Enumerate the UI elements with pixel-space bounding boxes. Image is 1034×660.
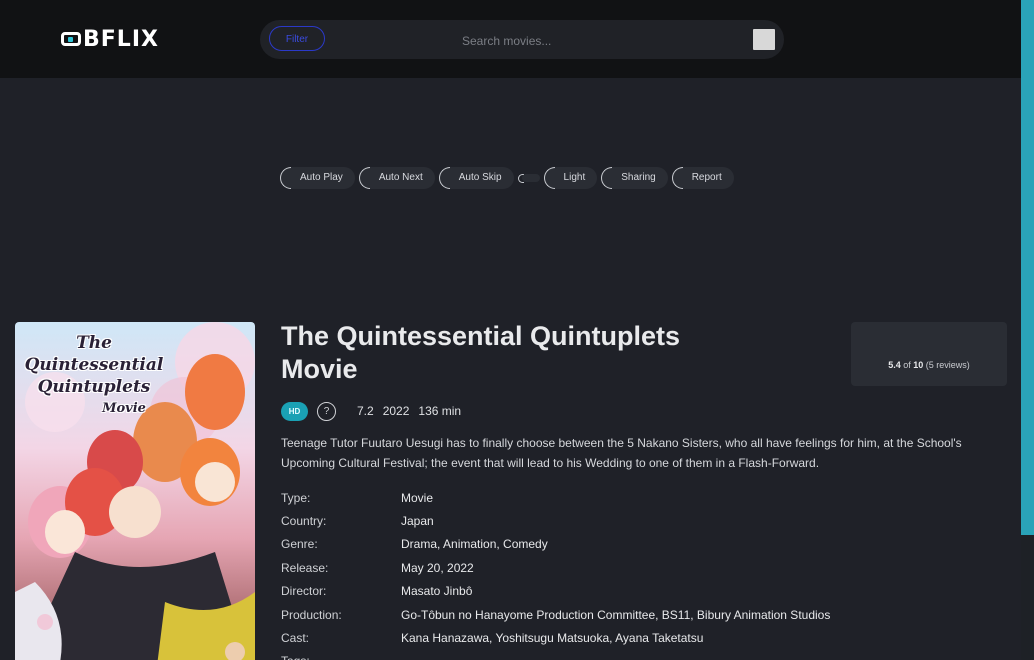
info-value[interactable]: Masato Jinbô xyxy=(401,584,472,598)
poster-title-line: Quintessential xyxy=(24,355,164,375)
info-row-production: Production: Go-Tôbun no Hanayome Product… xyxy=(281,603,1001,626)
info-value[interactable]: Movie xyxy=(401,491,433,505)
info-row-release: Release: May 20, 2022 xyxy=(281,556,1001,579)
logo-text: BFLIX xyxy=(83,26,159,52)
auto-next-toggle[interactable]: Auto Next xyxy=(358,167,435,189)
info-row-cast: Cast: Kana Hanazawa, Yoshitsugu Matsuoka… xyxy=(281,626,1001,649)
user-rating-text: 5.4 of 10 (5 reviews) xyxy=(851,360,1007,370)
info-row-director: Director: Masato Jinbô xyxy=(281,580,1001,603)
toggle-switch[interactable] xyxy=(517,173,540,183)
movie-meta: HD ? 7.2 2022 136 min xyxy=(281,400,470,422)
player-controls: Auto Play Auto Next Auto Skip Light Shar… xyxy=(280,167,738,189)
poster-title-line: Quintuplets xyxy=(37,377,151,397)
info-key: Genre: xyxy=(281,537,318,552)
info-row-tags: Tags: xyxy=(281,650,1001,660)
info-value[interactable]: Japan xyxy=(401,514,434,528)
info-value[interactable]: Kana Hanazawa, Yoshitsugu Matsuoka, Ayan… xyxy=(401,631,703,645)
auto-skip-toggle[interactable]: Auto Skip xyxy=(438,167,514,189)
duration: 136 min xyxy=(418,404,462,418)
info-key: Release: xyxy=(281,560,329,575)
poster-title-line: The xyxy=(76,333,112,353)
info-key: Director: xyxy=(281,584,327,599)
light-button[interactable]: Light xyxy=(543,167,598,189)
search-submit-button[interactable] xyxy=(753,29,775,50)
auto-play-toggle[interactable]: Auto Play xyxy=(280,167,355,189)
user-rating-max: 10 xyxy=(913,360,924,370)
movie-info: Type: Movie Country: Japan Genre: Drama,… xyxy=(281,486,1001,660)
info-key: Type: xyxy=(281,490,311,505)
movie-title: The Quintessential Quintuplets Movie xyxy=(281,321,681,384)
info-row-type: Type: Movie xyxy=(281,486,1001,509)
user-rating-score: 5.4 xyxy=(888,360,901,370)
search-bar: Filter xyxy=(260,20,784,59)
report-button[interactable]: Report xyxy=(671,167,734,189)
top-header: BFLIX Filter xyxy=(0,0,1021,78)
help-icon[interactable]: ? xyxy=(317,401,336,421)
sharing-button[interactable]: Sharing xyxy=(601,167,668,189)
user-rating-of: of xyxy=(903,360,911,370)
user-rating-reviews: (5 reviews) xyxy=(925,360,970,370)
poster-title: The Quintessential Quintuplets Movie xyxy=(19,332,169,420)
filter-button[interactable]: Filter xyxy=(269,26,325,51)
info-key: Country: xyxy=(281,514,327,529)
page-scrollbar-thumb[interactable] xyxy=(1021,0,1034,535)
movie-description: Teenage Tutor Fuutaro Uesugi has to fina… xyxy=(281,436,962,470)
info-value: May 20, 2022 xyxy=(401,560,474,575)
page: BFLIX Filter Auto Play Auto Next Auto Sk… xyxy=(0,0,1034,660)
info-key: Tags: xyxy=(281,654,401,660)
release-year: 2022 xyxy=(382,404,410,418)
info-key: Production: xyxy=(281,607,342,622)
info-row-country: Country: Japan xyxy=(281,509,1001,532)
quality-badge: HD xyxy=(281,401,308,421)
user-rating-box[interactable]: 5.4 of 10 (5 reviews) xyxy=(851,322,1007,386)
movie-poster[interactable]: The Quintessential Quintuplets Movie xyxy=(15,322,255,660)
imdb-rating: 7.2 xyxy=(357,404,374,418)
info-value[interactable]: Drama, Animation, Comedy xyxy=(401,537,548,551)
info-row-genre: Genre: Drama, Animation, Comedy xyxy=(281,533,1001,556)
poster-title-line: Movie xyxy=(102,401,146,416)
site-logo[interactable]: BFLIX xyxy=(61,24,159,54)
info-value[interactable]: Go-Tôbun no Hanayome Production Committe… xyxy=(401,608,830,622)
search-input[interactable] xyxy=(460,29,744,53)
info-key: Cast: xyxy=(281,631,310,646)
logo-mark-icon xyxy=(61,32,81,46)
